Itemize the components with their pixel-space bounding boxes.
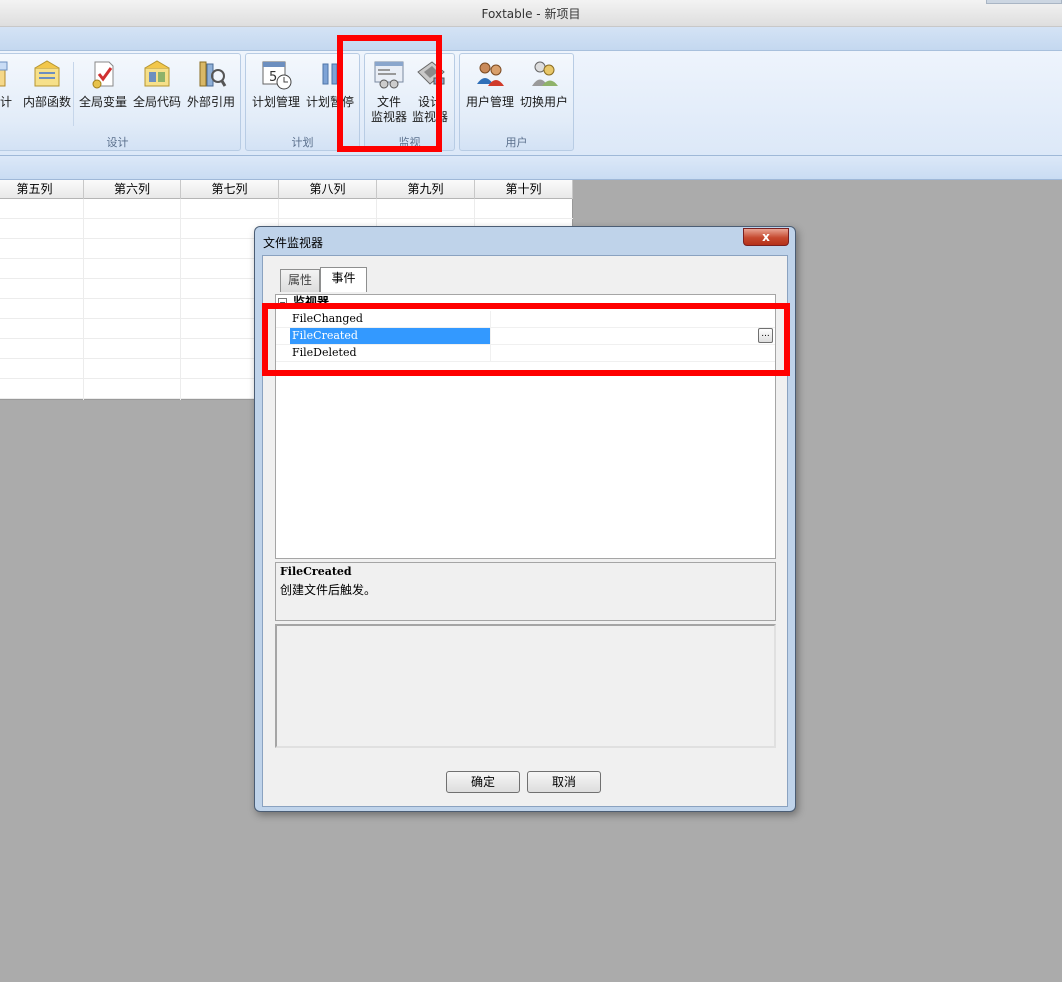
ribbon-group-label: 计划 xyxy=(291,136,314,149)
ribbon-group-label: 设计 xyxy=(106,136,129,149)
event-value[interactable] xyxy=(490,311,775,327)
category-label: 监视器 xyxy=(293,295,330,309)
close-icon: x xyxy=(762,230,770,244)
design-icon xyxy=(0,61,8,87)
event-row-filedeleted[interactable]: FileDeleted xyxy=(276,345,775,362)
close-button[interactable]: x xyxy=(743,228,789,246)
event-name: FileDeleted xyxy=(292,346,357,359)
column-header[interactable]: 第六列 xyxy=(84,180,181,199)
window-titlebar: Foxtable - 新项目 xyxy=(0,0,1062,27)
ribbon-group-label: 监视 xyxy=(398,136,421,149)
event-name-selected: FileCreated xyxy=(290,328,490,344)
ribbon-tab-strip xyxy=(0,27,1062,51)
column-header[interactable]: 第八列 xyxy=(279,180,377,199)
file-monitor-icon xyxy=(374,61,404,89)
tab-events[interactable]: 事件 xyxy=(320,267,367,292)
ribbon-group-user: 用户管理 切换用户 用户 xyxy=(459,53,574,151)
description-title: FileCreated xyxy=(280,565,352,578)
ribbon-group-schedule: 5 计划管理 计划暂停 计划 xyxy=(245,53,360,151)
event-property-grid: − 监视器 FileChanged FileCreated ... FileDel… xyxy=(275,294,776,559)
external-reference-icon xyxy=(199,61,227,87)
ribbon: 计 内部函数 全局变量 全局代码 外部引用 设计 5 计划管理 计划暂停 计划 … xyxy=(0,51,1062,155)
event-name: FileChanged xyxy=(292,312,363,325)
dialog-title: 文件监视器 xyxy=(263,236,324,250)
tab-properties[interactable]: 属性 xyxy=(280,269,320,292)
global-code-icon xyxy=(144,60,170,87)
description-pane: FileCreated 创建文件后触发。 xyxy=(275,562,776,621)
window-title: Foxtable - 新项目 xyxy=(481,7,581,21)
pause-icon xyxy=(322,63,338,85)
column-header[interactable]: 第十列 xyxy=(475,180,573,199)
event-value[interactable] xyxy=(490,345,775,361)
window-controls[interactable] xyxy=(986,0,1062,4)
event-value[interactable] xyxy=(490,328,775,344)
ribbon-separator xyxy=(73,62,74,126)
ribbon-group-monitor: 文件 监视器 设计 监视器 监视 xyxy=(364,53,455,151)
design-monitor-icon xyxy=(417,61,445,85)
column-header[interactable]: 第五列 xyxy=(0,180,84,199)
ribbon-footer-bar xyxy=(0,155,1062,180)
ok-button[interactable]: 确定 xyxy=(446,771,520,793)
category-monitor[interactable]: − 监视器 xyxy=(278,295,329,311)
switch-user-icon xyxy=(532,61,558,86)
collapse-icon[interactable]: − xyxy=(278,298,287,307)
column-header[interactable]: 第七列 xyxy=(181,180,279,199)
file-monitor-dialog: 文件监视器 x 属性 事件 − 监视器 FileChanged FileCreat… xyxy=(254,226,796,812)
ribbon-group-design: 计 内部函数 全局变量 全局代码 外部引用 设计 xyxy=(0,53,241,151)
grid-header: 第五列 第六列 第七列 第八列 第九列 第十列 xyxy=(0,180,573,199)
dialog-body: 属性 事件 − 监视器 FileChanged FileCreated ... F… xyxy=(262,255,788,807)
column-header[interactable]: 第九列 xyxy=(377,180,475,199)
event-row-filecreated[interactable]: FileCreated ... xyxy=(276,328,775,345)
description-text: 创建文件后触发。 xyxy=(280,583,377,597)
ellipsis-button[interactable]: ... xyxy=(758,328,773,343)
cancel-button[interactable]: 取消 xyxy=(527,771,601,793)
ribbon-group-label: 用户 xyxy=(505,136,528,149)
global-variable-icon xyxy=(92,61,114,89)
calendar-clock-icon: 5 xyxy=(262,61,292,90)
code-editor-pane[interactable] xyxy=(275,624,776,748)
internal-function-icon xyxy=(34,60,60,87)
svg-text:5: 5 xyxy=(269,70,277,85)
table-row[interactable] xyxy=(0,199,573,219)
user-management-icon xyxy=(477,62,504,86)
event-row-filechanged[interactable]: FileChanged xyxy=(276,311,775,328)
